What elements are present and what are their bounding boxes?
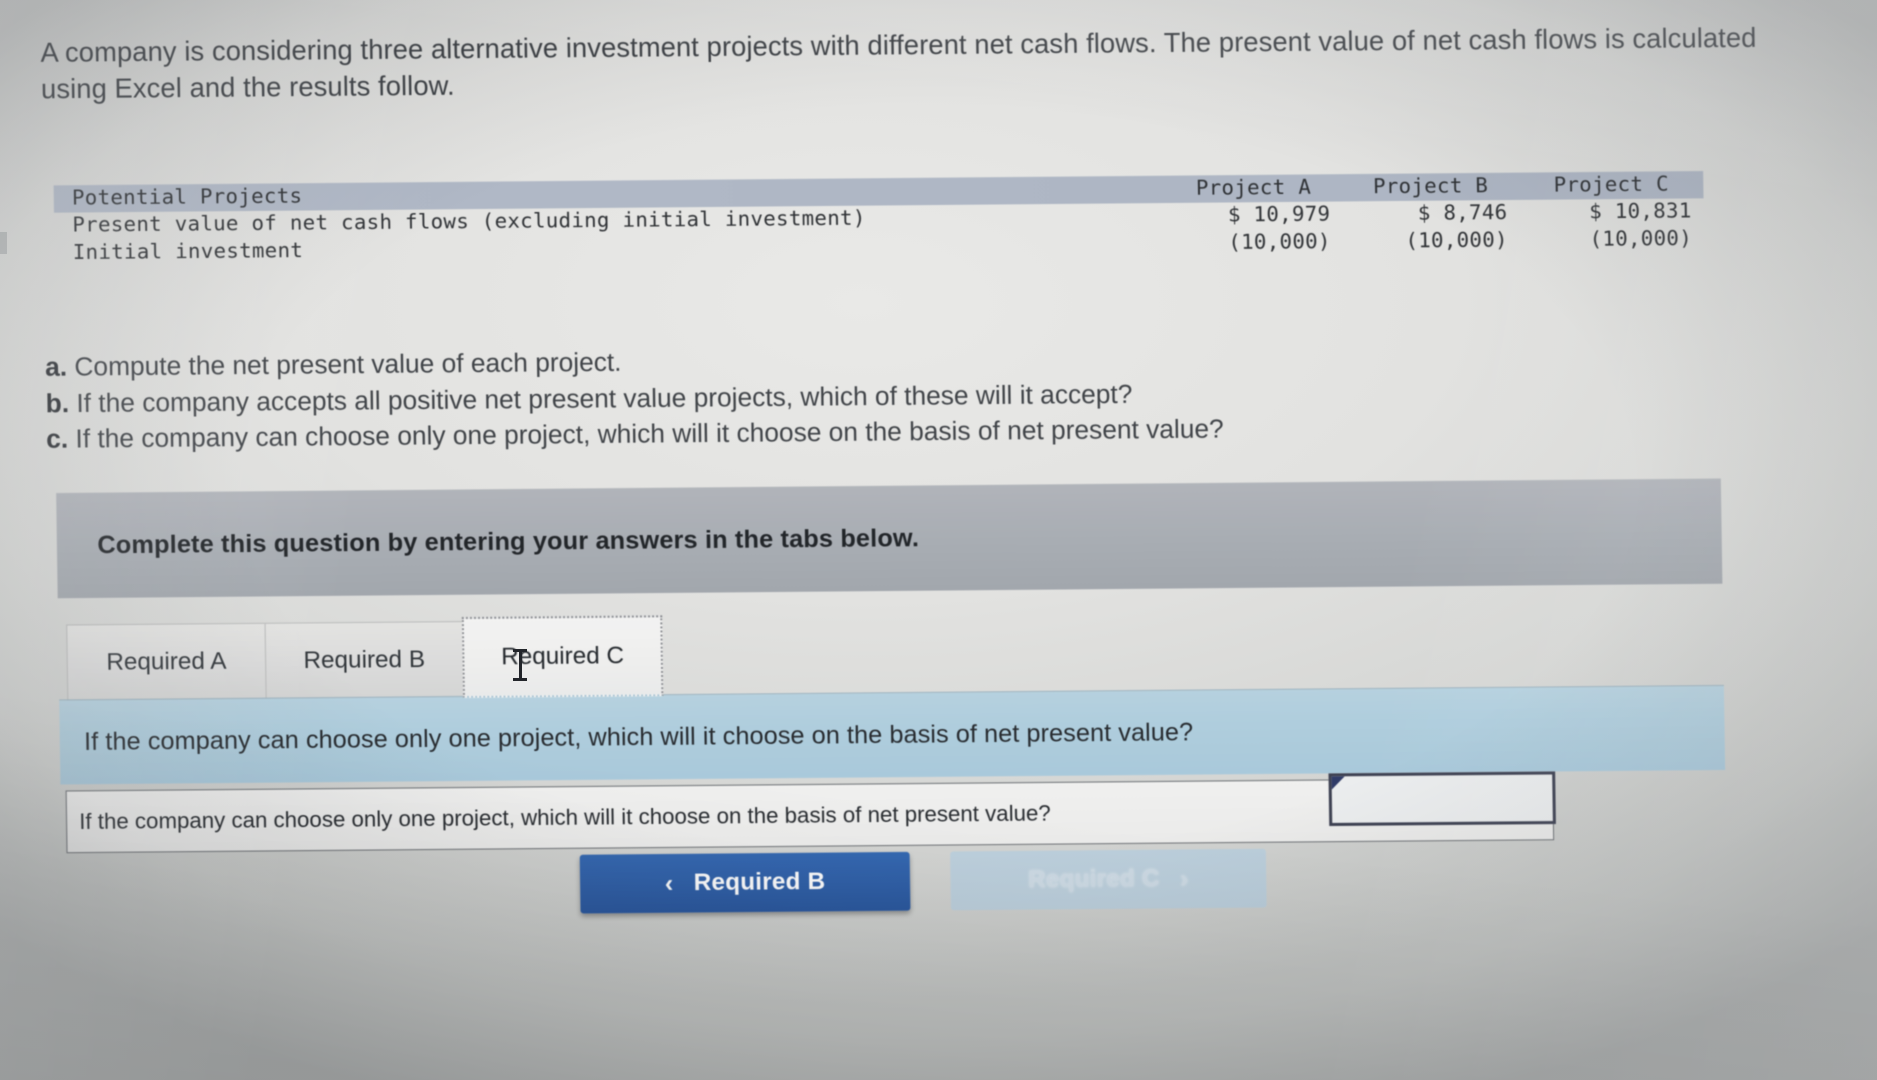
text-cursor-icon xyxy=(513,648,527,682)
question-page: A company is considering three alternati… xyxy=(0,0,1877,1080)
tab-required-a-label: Required A xyxy=(106,647,227,676)
instruction-banner-text: Complete this question by entering your … xyxy=(97,523,920,559)
prev-button-label: Required B xyxy=(693,867,826,897)
next-required-c-button: Required C › xyxy=(950,848,1267,911)
cell-initial-investment-b: (10,000) xyxy=(1405,227,1508,253)
active-tab-panel: If the company can choose only one proje… xyxy=(59,684,1726,785)
requirement-a-text: Compute the net present value of each pr… xyxy=(74,346,622,382)
potential-projects-table: Potential Projects Project A Project B P… xyxy=(53,171,1705,267)
column-header-project-c: Project C xyxy=(1553,171,1669,197)
navigation-buttons: ‹ Required B Required C › xyxy=(579,848,1267,914)
cell-present-value-c: $ 10,831 xyxy=(1589,198,1692,224)
requirement-b-label: b. xyxy=(45,387,70,418)
answer-row-question: If the company can choose only one proje… xyxy=(79,800,1051,834)
requirement-c-label: c. xyxy=(45,423,69,454)
cell-initial-investment-c: (10,000) xyxy=(1589,225,1693,251)
instruction-banner: Complete this question by entering your … xyxy=(56,478,1723,599)
chevron-left-icon: ‹ xyxy=(664,868,674,898)
tab-required-b-label: Required B xyxy=(303,645,426,675)
next-button-label: Required C xyxy=(1027,864,1160,894)
requirements-list: a. Compute the net present value of each… xyxy=(45,334,1767,457)
tab-required-a[interactable]: Required A xyxy=(66,622,266,702)
question-intro: A company is considering three alternati… xyxy=(40,22,1757,105)
tab-required-c[interactable]: Required C xyxy=(461,615,664,698)
requirement-c-text: If the company can choose only one proje… xyxy=(75,413,1224,454)
cell-marker-icon xyxy=(1331,776,1345,790)
requirement-a-label: a. xyxy=(44,351,68,382)
requirement-b-text: If the company accepts all positive net … xyxy=(76,378,1133,418)
required-tabs: Required A Required B Required C xyxy=(66,615,664,702)
cell-present-value-a: $ 10,979 xyxy=(1227,201,1331,227)
prev-required-b-button[interactable]: ‹ Required B xyxy=(579,851,911,914)
photographed-screen: A company is considering three alternati… xyxy=(0,0,1877,1080)
cell-present-value-b: $ 8,746 xyxy=(1417,200,1508,226)
tab-required-b[interactable]: Required B xyxy=(264,621,465,700)
answer-input[interactable] xyxy=(1328,771,1556,827)
column-header-project-b: Project B xyxy=(1372,172,1489,199)
column-header-project-a: Project A xyxy=(1195,174,1312,200)
monitor-edge-marker xyxy=(0,232,7,254)
chevron-right-icon: › xyxy=(1179,864,1189,893)
active-tab-prompt: If the company can choose only one proje… xyxy=(83,717,1194,756)
cell-initial-investment-a: (10,000) xyxy=(1228,228,1331,255)
